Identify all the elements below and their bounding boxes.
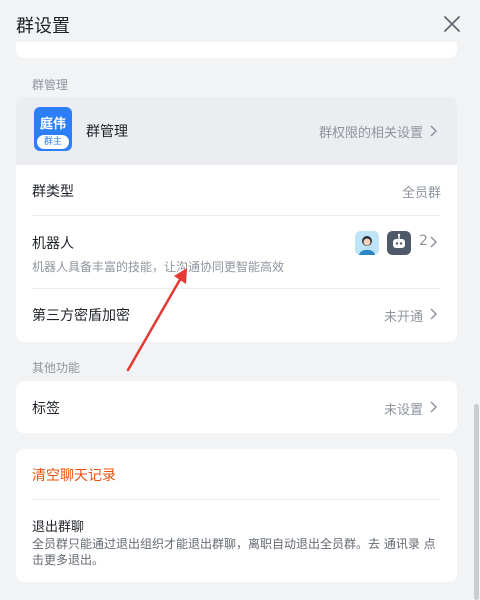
group-admin-label: 群管理	[86, 124, 128, 140]
tags-row[interactable]: 标签 未设置	[16, 381, 457, 433]
group-management-card: 庭伟 群主 群管理 群权限的相关设置 群类型 全员群 机器人 机器人具备丰富的技…	[16, 97, 457, 342]
group-type-label: 群类型	[32, 184, 74, 200]
close-icon[interactable]	[440, 12, 464, 36]
chevron-right-icon	[430, 125, 438, 137]
annotation-arrow-icon	[126, 268, 187, 372]
owner-badge: 群主	[37, 135, 69, 149]
page-title: 群设置	[16, 16, 70, 37]
encryption-value: 未开通	[383, 310, 423, 325]
exit-group-description: 全员群只能通过退出组织才能退出群聊，离职自动退出全员群。去 通讯录 点击更多退出…	[32, 537, 436, 567]
group-admin-row[interactable]: 庭伟 群主 群管理 群权限的相关设置	[16, 97, 457, 165]
previous-card	[16, 42, 457, 58]
robot-label: 机器人	[32, 236, 74, 252]
exit-group-label: 退出群聊	[32, 520, 85, 535]
encryption-label: 第三方密盾加密	[32, 308, 130, 324]
robot-count: 2	[419, 233, 428, 249]
chevron-right-icon	[430, 236, 438, 248]
chevron-right-icon	[430, 401, 438, 413]
scrollbar[interactable]	[474, 404, 479, 600]
section-label-other-functions: 其他功能	[32, 361, 81, 375]
avatar: 庭伟 群主	[34, 107, 72, 151]
other-functions-card: 标签 未设置	[16, 381, 457, 433]
robot-icon	[387, 231, 411, 255]
avatar-text: 庭伟	[39, 117, 66, 132]
clear-history-button[interactable]: 清空聊天记录	[32, 465, 116, 485]
section-label-group-management: 群管理	[32, 78, 69, 92]
tags-value: 未设置	[383, 403, 423, 418]
exit-group-row[interactable]: 退出群聊 全员群只能通过退出组织才能退出群聊，离职自动退出全员群。去 通讯录 点…	[16, 500, 457, 582]
robot-row[interactable]: 机器人 机器人具备丰富的技能，让沟通协同更智能高效 2	[16, 216, 457, 288]
person-bot-avatar	[355, 231, 379, 255]
chevron-right-icon	[430, 308, 438, 320]
danger-zone-card: 清空聊天记录 退出群聊 全员群只能通过退出组织才能退出群聊，离职自动退出全员群。…	[16, 449, 457, 582]
group-type-row[interactable]: 群类型 全员群	[16, 165, 457, 215]
encryption-row[interactable]: 第三方密盾加密 未开通	[16, 289, 457, 342]
group-admin-value: 群权限的相关设置	[318, 126, 423, 141]
tags-label: 标签	[32, 401, 60, 417]
group-type-value: 全员群	[401, 186, 441, 201]
